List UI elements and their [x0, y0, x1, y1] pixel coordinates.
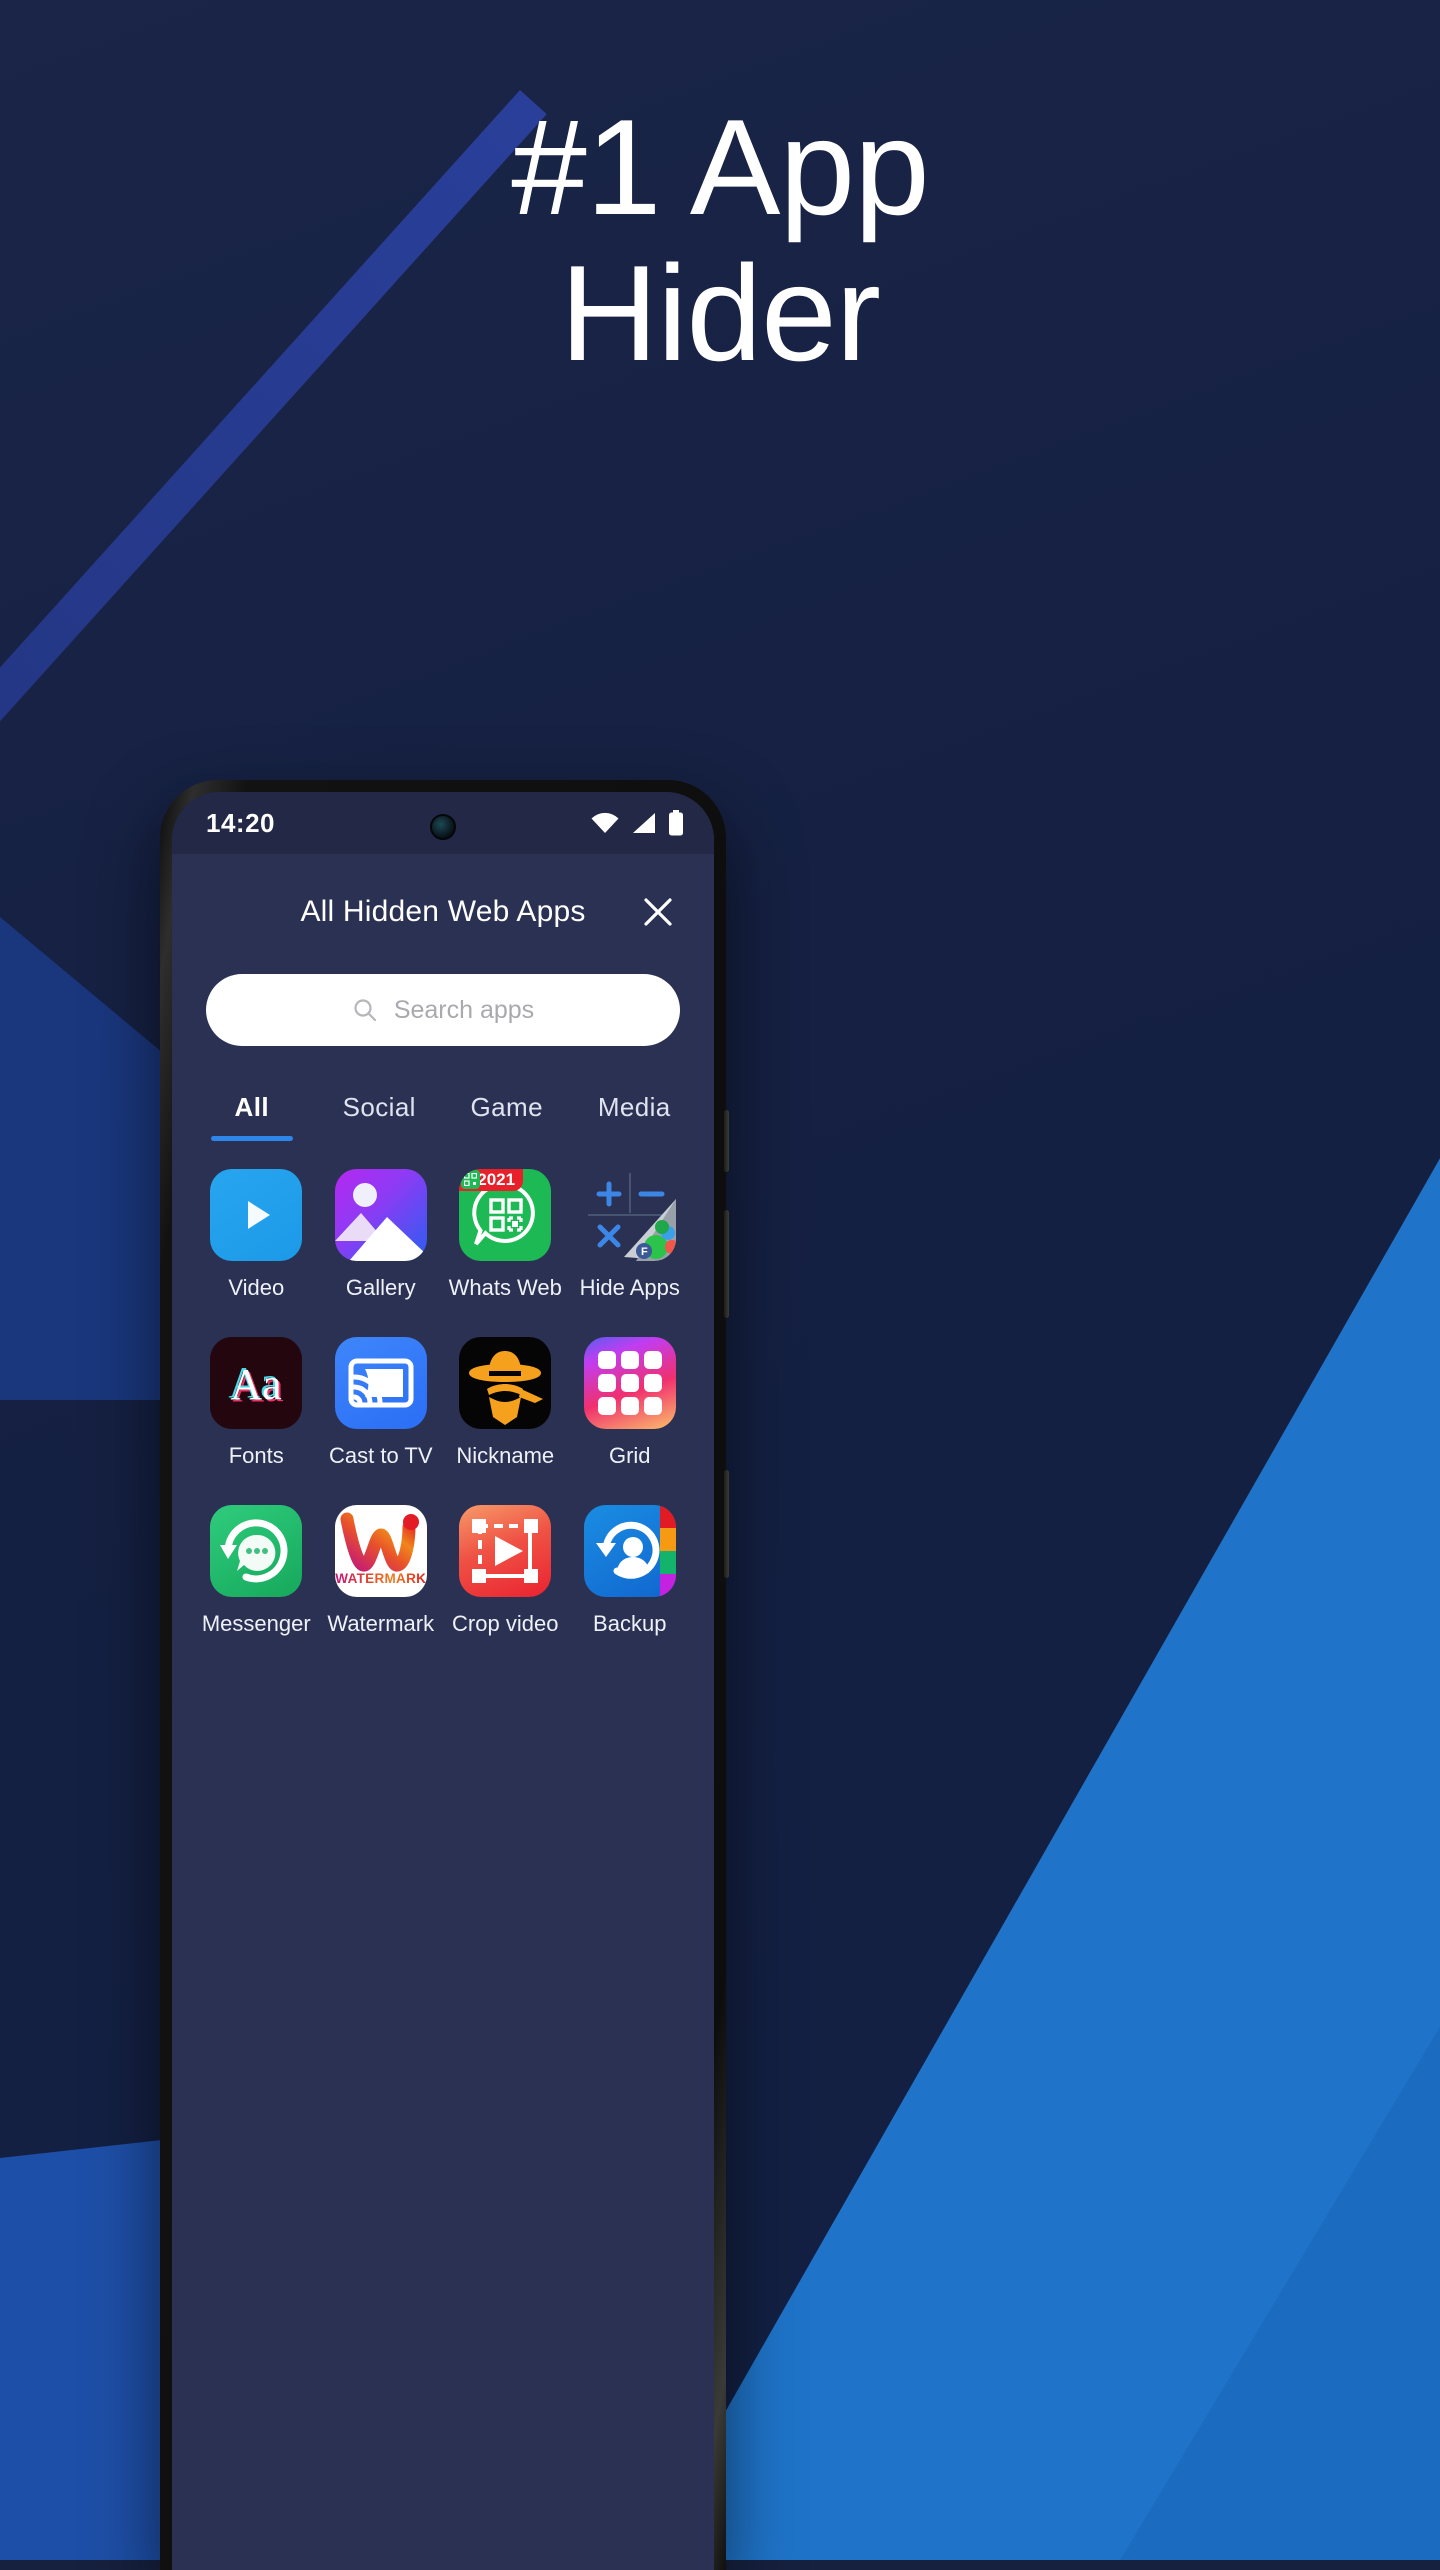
app-item-crop-video[interactable]: Crop video: [443, 1505, 568, 1637]
app-item-video[interactable]: Video: [194, 1169, 319, 1301]
phone-screen: 14:20 All Hidden Web Apps Search apps Al…: [172, 792, 714, 2570]
app-item-nickname[interactable]: Nickname: [443, 1337, 568, 1469]
watermark-w-icon: WATERMARK: [334, 1505, 427, 1597]
category-tabs: All Social Game Media: [172, 1092, 714, 1141]
tab-media[interactable]: Media: [571, 1092, 699, 1141]
status-bar: 14:20: [172, 792, 714, 854]
app-label: Whats Web: [448, 1275, 562, 1300]
phone-side-button-top[interactable]: [724, 1110, 729, 1172]
app-label: Hide Apps: [579, 1275, 680, 1300]
app-label: Crop video: [452, 1611, 559, 1636]
font-aa-icon: Aa Aa Aa: [210, 1337, 303, 1429]
app-label: Video: [228, 1275, 285, 1300]
hidden-apps-grid: Video Gallery 2021 Whats Web F Hide Apps…: [172, 1141, 714, 1637]
app-label: Cast to TV: [328, 1443, 433, 1468]
search-input[interactable]: Search apps: [206, 974, 680, 1046]
cowboy-bandit-icon: [459, 1337, 552, 1429]
search-placeholder-text: Search apps: [393, 995, 535, 1024]
search-icon: [354, 999, 376, 1022]
message-recover-icon: [210, 1505, 303, 1597]
search-section: Search apps: [172, 970, 714, 1046]
headline-line-2: Hider: [560, 236, 881, 389]
app-label: Messenger: [201, 1611, 311, 1636]
app-label: Fonts: [228, 1443, 284, 1468]
cast-screen-icon: [334, 1337, 427, 1429]
app-item-gallery[interactable]: Gallery: [319, 1169, 444, 1301]
app-grid-icon: [583, 1337, 676, 1429]
svg-text:Aa: Aa: [231, 1360, 282, 1409]
backup-restore-icon: [583, 1505, 676, 1597]
app-item-hide-apps[interactable]: F Hide Apps: [568, 1169, 693, 1301]
app-item-watermark[interactable]: WATERMARK Watermark: [319, 1505, 444, 1637]
headline-line-1: #1 App: [511, 91, 930, 243]
app-item-messenger[interactable]: Messenger: [194, 1505, 319, 1637]
status-bar-icons: [590, 810, 684, 836]
app-header: All Hidden Web Apps: [172, 854, 714, 970]
tab-game[interactable]: Game: [443, 1092, 571, 1141]
app-label: Watermark: [327, 1611, 435, 1636]
tab-all[interactable]: All: [188, 1092, 316, 1141]
close-icon[interactable]: [636, 890, 680, 934]
battery-icon: [669, 810, 683, 836]
whatsapp-qr-icon: 2021: [459, 1169, 552, 1261]
qr-mini-icon: [461, 1170, 481, 1189]
page-title: All Hidden Web Apps: [300, 895, 586, 928]
svg-text:F: F: [641, 1246, 648, 1258]
tab-social[interactable]: Social: [316, 1092, 444, 1141]
status-bar-clock: 14:20: [206, 807, 275, 838]
app-item-fonts[interactable]: Aa Aa Aa Fonts: [194, 1337, 319, 1469]
app-item-grid[interactable]: Grid: [568, 1337, 693, 1469]
cellular-signal-icon: [633, 813, 655, 833]
play-video-icon: [210, 1169, 303, 1261]
app-item-backup[interactable]: Backup: [568, 1505, 693, 1637]
phone-volume-button[interactable]: [724, 1210, 729, 1318]
app-label: Backup: [593, 1611, 667, 1636]
poster-headline: #1 App Hider: [0, 91, 1440, 389]
app-item-cast-to-tv[interactable]: Cast to TV: [319, 1337, 444, 1469]
app-label: Grid: [608, 1443, 651, 1468]
app-item-whats-web[interactable]: 2021 Whats Web: [443, 1169, 568, 1301]
photo-gallery-icon: [334, 1169, 427, 1261]
watermark-wordmark: WATERMARK: [335, 1571, 427, 1586]
app-label: Gallery: [345, 1275, 416, 1300]
backup-color-stripe: [659, 1505, 676, 1597]
phone-mockup-frame: 14:20 All Hidden Web Apps Search apps Al…: [160, 780, 729, 2570]
wifi-icon: [591, 812, 619, 833]
calculator-peel-icon: F: [584, 1169, 676, 1261]
app-label: Nickname: [456, 1443, 555, 1468]
phone-power-button[interactable]: [724, 1470, 729, 1578]
crop-video-icon: [459, 1505, 552, 1597]
front-camera-punch-hole: [430, 814, 456, 840]
